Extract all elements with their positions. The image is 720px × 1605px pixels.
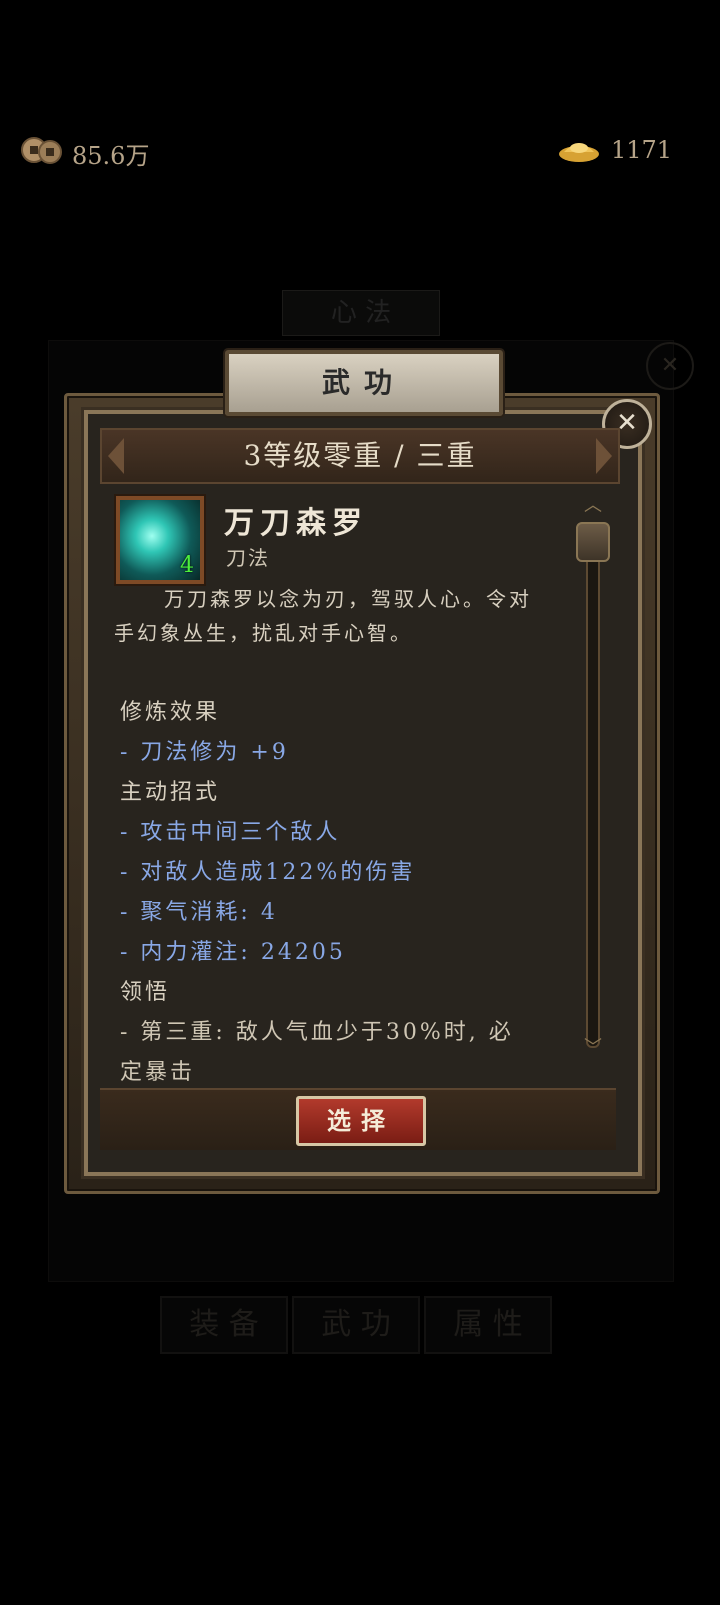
skill-description: 万刀森罗以念为刃，驾驭人心。令对手幻象丛生，扰乱对手心智。: [114, 587, 532, 645]
background-title: 心 法: [282, 290, 440, 336]
scrollbar[interactable]: ︿ ﹀: [576, 497, 610, 1060]
cultivation-heading: 修炼效果: [120, 700, 221, 725]
skill-detail-content[interactable]: 4 万刀森罗 刀法 万刀森罗以念为刃，驾驭人心。令对手幻象丛生，扰乱对手心智。 …: [104, 484, 580, 1084]
background-tab-bar: 装 备 武 功 属 性: [160, 1296, 560, 1354]
modal-tab-label: 武功: [321, 366, 406, 399]
active-item: - 内力灌注: 24205: [120, 940, 346, 965]
scroll-down-icon[interactable]: ﹀: [584, 1039, 602, 1058]
ingot-amount: 1171: [611, 136, 673, 164]
skill-icon: 4: [116, 496, 204, 584]
currency-bar: 85.6万 1171: [0, 128, 720, 172]
cultivation-item: - 刀法修为 +9: [120, 740, 289, 765]
skill-name: 万刀森罗: [224, 506, 368, 541]
active-item: - 对敌人造成122%的伤害: [120, 860, 416, 885]
active-item: - 攻击中间三个敌人: [120, 820, 341, 845]
scroll-thumb[interactable]: [576, 522, 610, 562]
tab-equipment: 装 备: [160, 1296, 288, 1354]
tab-attributes: 属 性: [424, 1296, 552, 1354]
background-close-icon: ✕: [646, 342, 694, 390]
modal-tab-header: 武功: [225, 350, 503, 416]
gold-ingot-icon: [559, 143, 599, 162]
level-banner: 3等级零重 / 三重: [100, 428, 620, 484]
tab-martial-arts: 武 功: [292, 1296, 420, 1354]
skill-icon-level: 4: [180, 553, 194, 578]
insight-item: - 第三重: 敌人气血少于30%时, 必: [120, 1020, 514, 1045]
coin-amount: 85.6万: [72, 142, 150, 170]
active-heading: 主动招式: [120, 780, 221, 805]
insight-item: 定暴击: [120, 1060, 196, 1084]
coin-icon: [21, 137, 62, 164]
scroll-up-icon[interactable]: ︿: [584, 497, 602, 516]
active-item: - 聚气消耗: 4: [120, 900, 278, 925]
level-text: 3等级零重 / 三重: [243, 439, 477, 472]
insight-heading: 领悟: [120, 980, 171, 1005]
scroll-track[interactable]: [586, 522, 600, 1048]
select-button[interactable]: 选择: [296, 1096, 426, 1146]
skill-type: 刀法: [226, 546, 270, 570]
